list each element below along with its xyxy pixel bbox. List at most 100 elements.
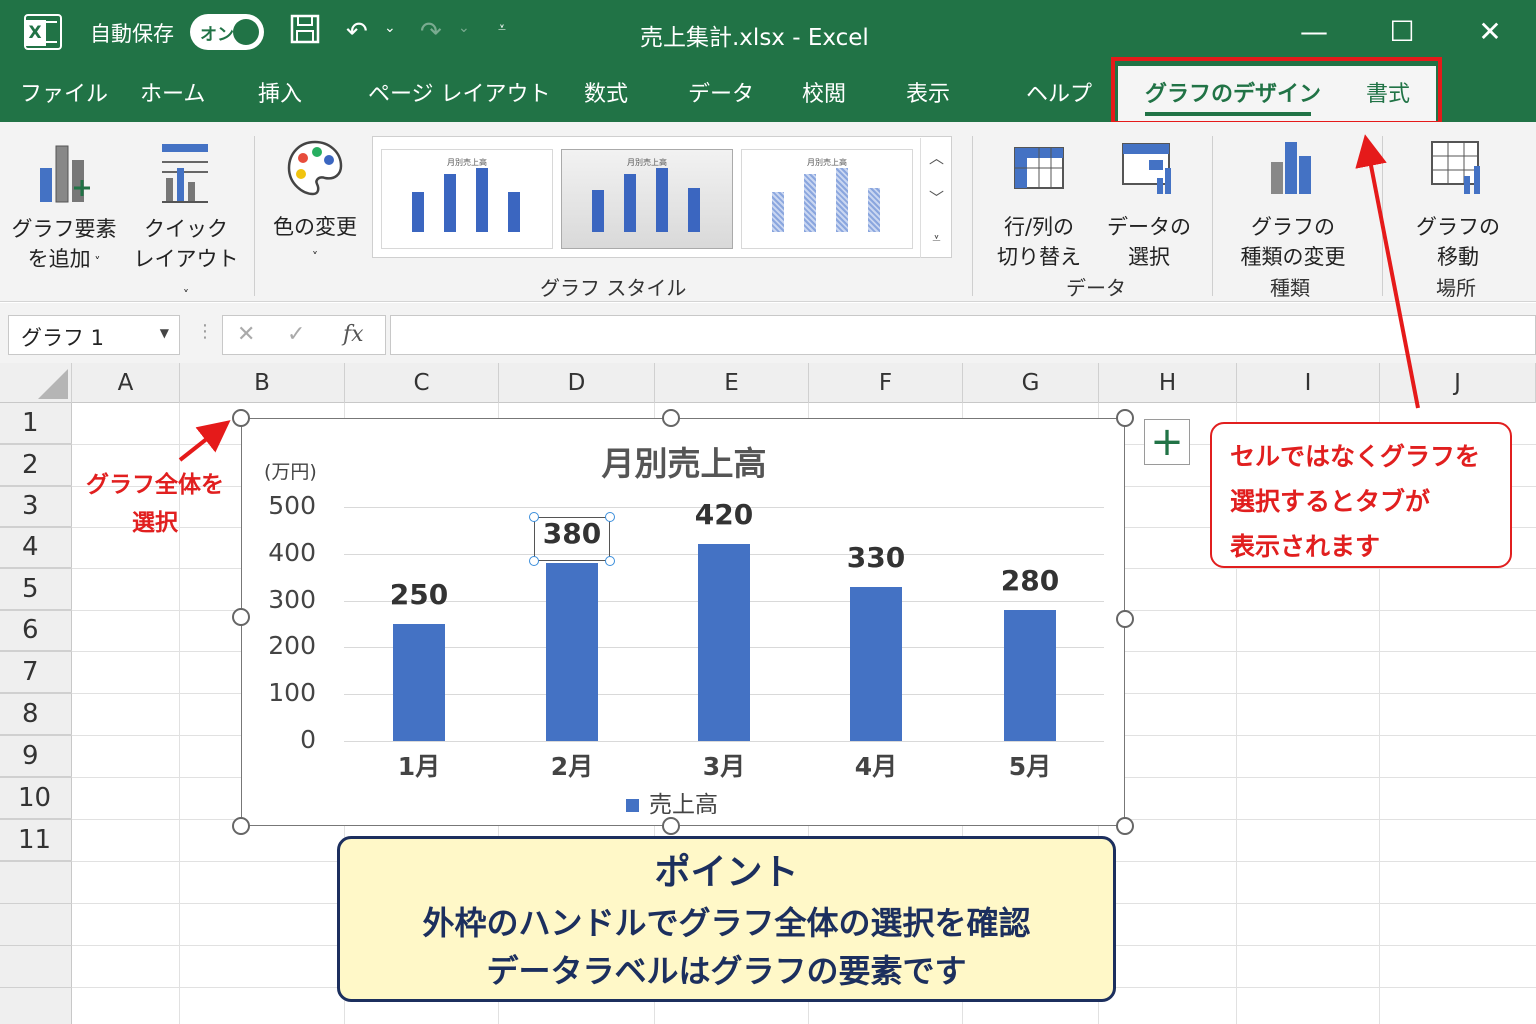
tab-insert[interactable]: 挿入 [258,76,302,108]
y-tick-label[interactable]: 0 [252,725,316,754]
row-header-4[interactable]: 4 [0,527,72,568]
chart-style-3[interactable]: 月別売上高 [741,149,913,249]
column-header-f[interactable]: F [809,363,963,403]
tab-file[interactable]: ファイル [20,76,108,108]
gallery-scroll-up-icon[interactable]: ︿ [920,138,952,178]
redo-dropdown-icon[interactable]: ⌄ [458,20,470,36]
tab-data[interactable]: データ [688,76,754,108]
chevron-down-icon[interactable]: ▼ [160,326,169,340]
chart-title[interactable]: 月別売上高 [242,437,1126,485]
resize-handle-top-right[interactable] [1116,409,1134,427]
name-box[interactable]: グラフ 1 ▼ [8,315,180,355]
insert-function-icon[interactable]: fx [343,322,364,347]
add-chart-element-button[interactable]: グラフ要素 を追加 ˅ [8,138,120,277]
row-header-6[interactable]: 6 [0,610,72,651]
customize-qat-icon[interactable]: ⩡ [498,20,506,36]
chart-area[interactable]: 月別売上高 (万円) 500 400 300 200 100 0 250 1月 380 2月 420… [241,418,1125,826]
y-tick-label[interactable]: 100 [252,678,316,707]
tab-view[interactable]: 表示 [906,76,950,108]
x-tick-label[interactable]: 5月 [985,747,1075,783]
change-colors-button[interactable]: 色の変更 ˅ [262,138,368,272]
change-colors-label: 色の変更 [273,215,357,239]
group-label-data: データ [1066,276,1126,300]
chart-style-2[interactable]: 月別売上高 [561,149,733,249]
bar-5月[interactable] [1004,609,1056,741]
bar-3月[interactable] [698,544,750,741]
undo-dropdown-icon[interactable]: ⌄ [384,20,396,36]
column-header-b[interactable]: B [180,363,345,403]
y-tick-label[interactable]: 500 [252,491,316,520]
row-header-11[interactable]: 11 [0,819,72,861]
row-header-5[interactable]: 5 [0,568,72,610]
switch-row-column-button[interactable]: 行/列の 切り替え [986,138,1092,272]
resize-handle-right[interactable] [1116,610,1134,628]
chevron-down-icon: ˅ [312,250,318,264]
chart-style-1[interactable]: 月別売上高 [381,149,553,249]
undo-icon[interactable]: ↶ [346,14,368,50]
drag-handle-icon[interactable]: ⋮ [196,321,214,342]
bar-4月[interactable] [850,586,902,741]
save-icon[interactable] [290,14,320,50]
maximize-button[interactable]: ☐ [1382,12,1422,52]
tab-help[interactable]: ヘルプ [1026,76,1092,108]
y-axis-unit-label[interactable]: (万円) [264,457,317,484]
row-header-1[interactable]: 1 [0,403,72,444]
quick-layout-button[interactable]: クイック レイアウト ˅ [130,138,242,310]
gallery-more-icon[interactable]: ⩡ [920,218,952,258]
column-header-j[interactable]: J [1380,363,1536,403]
column-header-g[interactable]: G [963,363,1099,403]
cancel-icon[interactable]: ✕ [237,322,255,347]
move-chart-button[interactable]: グラフの 移動 [1408,138,1508,272]
x-tick-label[interactable]: 4月 [831,747,921,783]
column-header-d[interactable]: D [499,363,655,403]
resize-handle-bottom[interactable] [662,817,680,835]
close-button[interactable]: ✕ [1470,12,1510,52]
y-tick-label[interactable]: 300 [252,585,316,614]
column-header-a[interactable]: A [72,363,180,403]
column-header-h[interactable]: H [1099,363,1237,403]
data-label[interactable]: 280 [985,564,1075,597]
column-header-e[interactable]: E [655,363,809,403]
change-chart-type-button[interactable]: グラフの 種類の変更 [1222,138,1364,272]
resize-handle-top[interactable] [662,409,680,427]
selected-data-label-box[interactable] [529,512,615,566]
enter-icon[interactable]: ✓ [287,322,305,347]
row-header-3[interactable]: 3 [0,486,72,527]
data-label[interactable]: 330 [831,541,921,574]
gallery-scroll-down-icon[interactable]: ﹀ [920,178,952,218]
bar-1月[interactable] [393,624,445,741]
x-tick-label[interactable]: 3月 [679,747,769,783]
chart-legend[interactable]: 売上高 [626,785,718,819]
data-label[interactable]: 420 [679,498,769,531]
row-header-7[interactable]: 7 [0,651,72,693]
resize-handle-top-left[interactable] [232,409,250,427]
resize-handle-left[interactable] [232,608,250,626]
row-header-9[interactable]: 9 [0,735,72,777]
y-tick-label[interactable]: 200 [252,631,316,660]
column-header-c[interactable]: C [345,363,499,403]
row-header-2[interactable]: 2 [0,444,72,486]
resize-handle-bottom-right[interactable] [1116,817,1134,835]
formula-input[interactable] [390,315,1536,355]
data-label[interactable]: 250 [374,578,464,611]
move-chart-label-2: 移動 [1437,245,1479,269]
tab-home[interactable]: ホーム [140,76,205,108]
select-data-button[interactable]: データの 選択 [1096,138,1202,272]
minimize-button[interactable]: — [1294,12,1334,52]
chart-styles-gallery[interactable]: 月別売上高 月別売上高 月別売上高 [372,136,952,258]
y-tick-label[interactable]: 400 [252,538,316,567]
autosave-toggle[interactable]: オン [190,14,264,50]
row-header-10[interactable]: 10 [0,777,72,819]
tab-review[interactable]: 校閲 [802,76,846,108]
column-header-i[interactable]: I [1237,363,1380,403]
redo-icon[interactable]: ↷ [420,14,442,50]
row-header-8[interactable]: 8 [0,693,72,735]
x-tick-label[interactable]: 2月 [527,747,617,783]
tab-formulas[interactable]: 数式 [584,76,628,108]
x-tick-label[interactable]: 1月 [374,747,464,783]
bar-2月[interactable] [546,563,598,741]
tab-page-layout[interactable]: ページ レイアウト [368,76,551,108]
chart-elements-plus-icon[interactable]: + [1144,419,1190,465]
corner-cell[interactable] [0,363,72,403]
resize-handle-bottom-left[interactable] [232,817,250,835]
